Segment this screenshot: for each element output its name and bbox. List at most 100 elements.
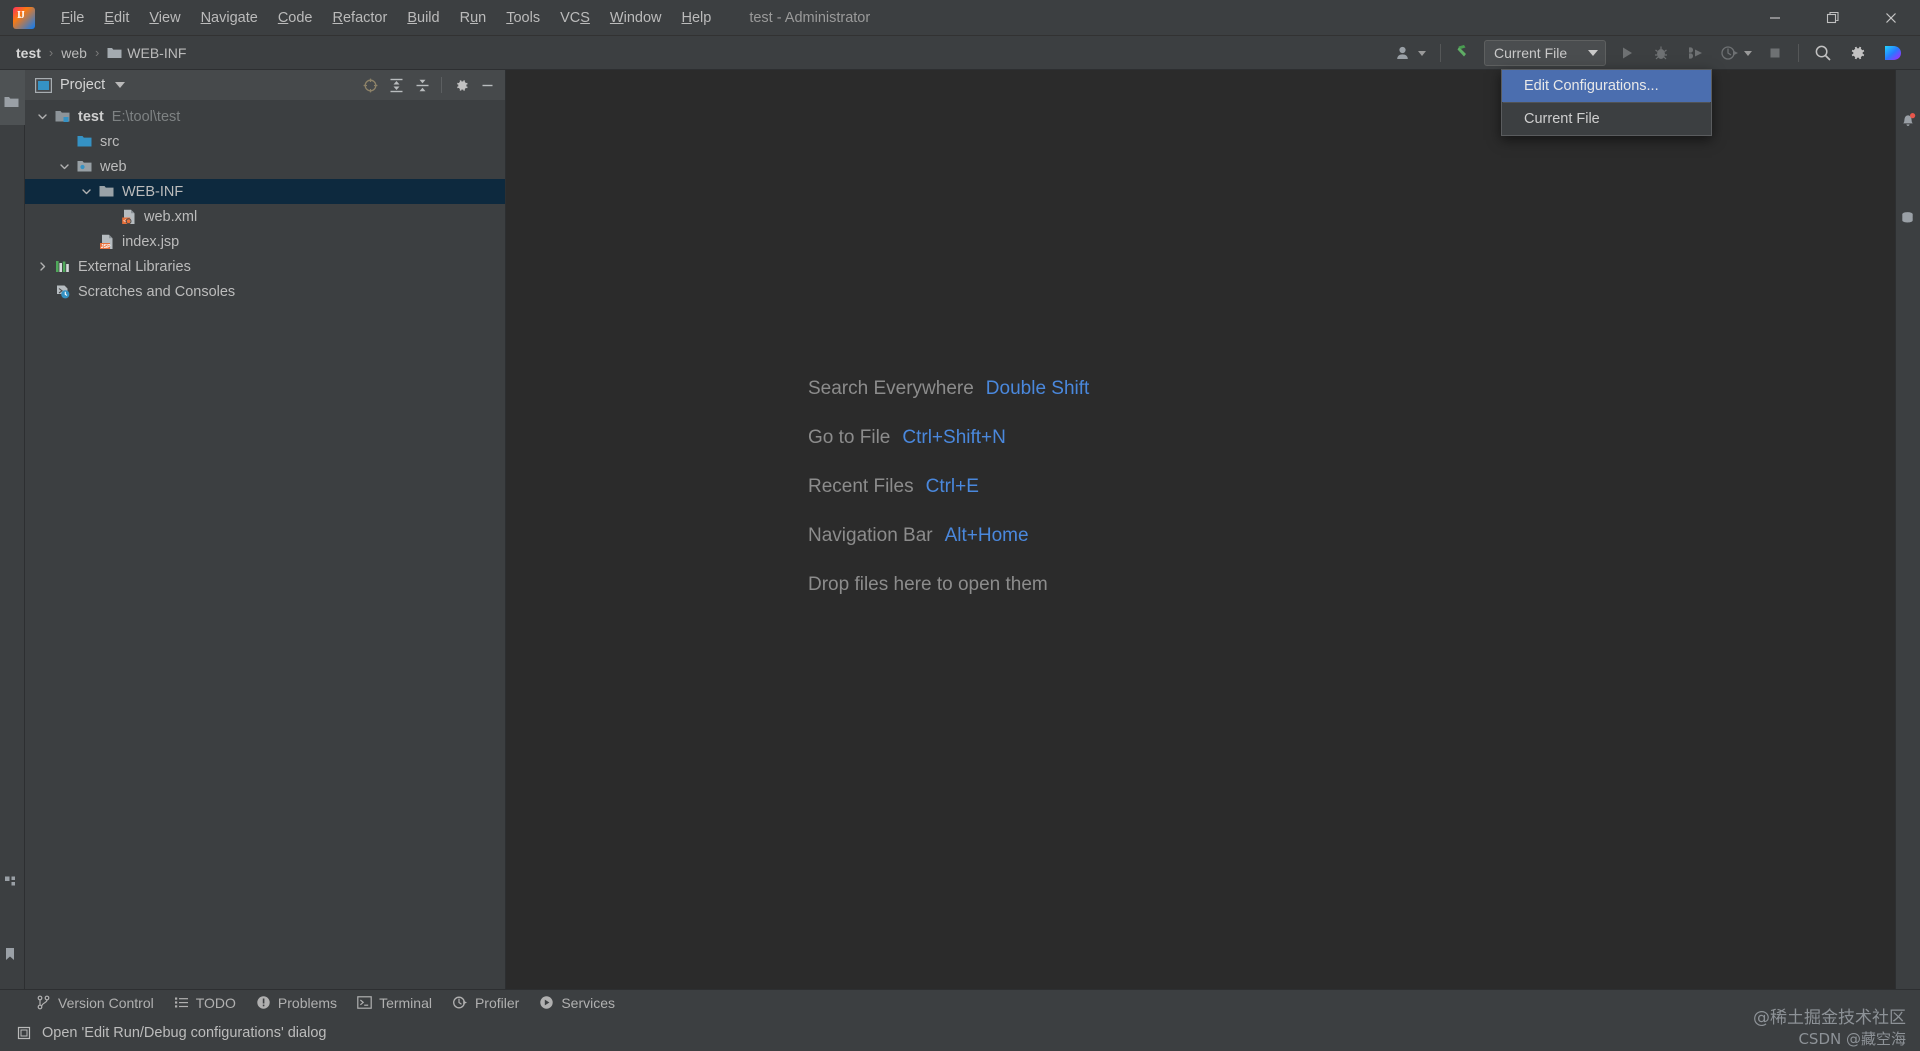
editor-hint-label: Recent Files	[808, 475, 914, 497]
menu-refactor[interactable]: Refactor	[323, 6, 398, 30]
folder-icon	[99, 183, 116, 200]
tree-node-path: E:\tool\test	[111, 108, 181, 125]
project-tool-window: Project test E:\tool\test src web WEB-IN…	[25, 70, 506, 989]
tree-node-label: src	[100, 133, 120, 150]
chevron-down-icon[interactable]	[79, 185, 93, 199]
chevron-down-icon[interactable]	[115, 82, 126, 88]
editor-hint-shortcut[interactable]: Double Shift	[986, 378, 1090, 400]
project-window-icon	[35, 77, 52, 93]
tree-node-label: index.jsp	[122, 233, 180, 250]
intellij-idea-logo-icon: IJ	[13, 6, 35, 29]
run-button[interactable]	[1612, 40, 1642, 66]
tree-node-test[interactable]: test E:\tool\test	[25, 104, 505, 129]
editor-hint-shortcut[interactable]: Ctrl+E	[926, 476, 979, 498]
project-options-button[interactable]	[449, 73, 473, 97]
tree-node-label: web.xml	[144, 208, 198, 225]
tree-node-src[interactable]: src	[25, 129, 505, 154]
main-toolbar: Current File	[1389, 36, 1920, 70]
left-tool-window-stripe: Project Structure Bookmarks	[0, 70, 43, 989]
editor-hint-drop-files-here-to-open-them: Drop files here to open them	[808, 560, 1089, 609]
ide-window: IJ File Edit View Navigate Code Refactor Build…	[0, 0, 1920, 1051]
debug-button[interactable]	[1646, 40, 1676, 66]
tree-node-web[interactable]: web	[25, 154, 505, 179]
tree-node-index-jsp[interactable]: JSP index.jsp	[25, 229, 505, 254]
hide-panel-button[interactable]	[475, 73, 499, 97]
breadcrumb-item-web-inf[interactable]: WEB-INF	[103, 43, 190, 63]
menu-item-label: Current File	[1524, 111, 1600, 127]
bottom-bar-services[interactable]: Services	[529, 993, 625, 1013]
web-folder-icon	[77, 158, 94, 175]
source-folder-icon	[77, 133, 94, 150]
menu-tools[interactable]: Tools	[496, 6, 550, 30]
tree-node-web-xml[interactable]: < web.xml	[25, 204, 505, 229]
menu-run[interactable]: Run	[450, 6, 497, 30]
stop-button[interactable]	[1761, 40, 1789, 66]
run-configuration-selector[interactable]: Current File	[1484, 40, 1606, 66]
project-panel-header: Project	[25, 70, 505, 100]
bottom-bar-label: Problems	[277, 994, 338, 1011]
svg-text:JSP: JSP	[101, 243, 111, 249]
profile-button[interactable]	[1714, 40, 1757, 66]
menu-help[interactable]: Help	[671, 6, 721, 30]
build-project-button[interactable]	[1450, 40, 1482, 66]
bottom-bar-problems[interactable]: Problems	[246, 993, 347, 1013]
breadcrumb-item-test[interactable]: test	[12, 43, 45, 63]
bottom-bar-version-control[interactable]: Version Control	[26, 993, 164, 1013]
chevron-right-icon[interactable]	[35, 260, 49, 274]
bottom-bar-label: Terminal	[379, 994, 432, 1011]
status-bar-message: Open 'Edit Run/Debug configurations' dia…	[42, 1025, 327, 1041]
menu-build[interactable]: Build	[397, 6, 449, 30]
expand-all-button[interactable]	[384, 73, 408, 97]
stripe-button-database[interactable]: Database	[1896, 180, 1920, 250]
menu-vcs[interactable]: VCS	[550, 6, 600, 30]
folder-icon	[107, 46, 122, 59]
title-bar: IJ File Edit View Navigate Code Refactor Build…	[0, 0, 1920, 36]
project-panel-toolbar	[358, 73, 499, 97]
editor-hints-list: Search Everywhere Double Shift Go to File C…	[808, 364, 1089, 609]
collapse-all-button[interactable]	[410, 73, 434, 97]
menu-item-edit-configurations[interactable]: Edit Configurations...	[1502, 70, 1711, 102]
tree-node-web-inf[interactable]: WEB-INF	[25, 179, 505, 204]
breadcrumb-item-web[interactable]: web	[57, 43, 91, 63]
ide-assistant-button[interactable]	[1876, 40, 1908, 66]
run-configuration-label: Current File	[1494, 45, 1568, 61]
bottom-bar-profiler[interactable]: Profiler	[442, 993, 529, 1013]
menu-edit[interactable]: Edit	[94, 6, 139, 30]
search-everywhere-button[interactable]	[1808, 40, 1838, 66]
close-button[interactable]	[1862, 0, 1920, 36]
menu-code[interactable]: Code	[268, 6, 323, 30]
settings-button[interactable]	[1842, 40, 1872, 66]
bottom-bar-todo[interactable]: TODO	[164, 993, 246, 1013]
services-icon	[539, 995, 554, 1010]
editor-hint-shortcut[interactable]: Ctrl+Shift+N	[902, 427, 1005, 449]
toolbar-divider	[1798, 44, 1799, 62]
tree-node-scratches-and-consoles[interactable]: Scratches and Consoles	[25, 279, 505, 304]
menu-item-current-file[interactable]: Current File	[1502, 103, 1711, 135]
maximize-button[interactable]	[1804, 0, 1862, 36]
menu-file[interactable]: File	[51, 6, 94, 30]
terminal-icon	[357, 995, 372, 1010]
select-opened-file-button[interactable]	[358, 73, 382, 97]
window-title: test - Administrator	[749, 9, 871, 26]
tree-node-external-libraries[interactable]: External Libraries	[25, 254, 505, 279]
project-folder-icon	[4, 95, 19, 108]
editor-hint-shortcut[interactable]: Alt+Home	[945, 525, 1029, 547]
stripe-button-notifications[interactable]: Notifications	[1896, 74, 1920, 158]
chevron-down-icon[interactable]	[57, 160, 71, 174]
breadcrumb-separator: ›	[48, 45, 54, 60]
project-tree[interactable]: test E:\tool\test src web WEB-INF < web.xml JSP…	[25, 100, 505, 304]
toolbar-divider	[441, 77, 442, 93]
editor-hint-label: Drop files here to open them	[808, 573, 1048, 595]
bottom-bar-terminal[interactable]: Terminal	[347, 993, 442, 1013]
scratches-icon	[55, 283, 72, 300]
run-configuration-dropdown-menu[interactable]: Edit Configurations... Current File	[1501, 69, 1712, 136]
settings-sync-button[interactable]	[1391, 40, 1431, 66]
run-with-coverage-button[interactable]	[1680, 40, 1710, 66]
bottom-bar-label: Services	[561, 994, 616, 1011]
menu-window[interactable]: Window	[600, 6, 672, 30]
minimize-button[interactable]	[1746, 0, 1804, 36]
chevron-down-icon[interactable]	[35, 110, 49, 124]
menu-view[interactable]: View	[139, 6, 190, 30]
menu-navigate[interactable]: Navigate	[191, 6, 268, 30]
tree-node-label: Scratches and Consoles	[78, 283, 236, 300]
